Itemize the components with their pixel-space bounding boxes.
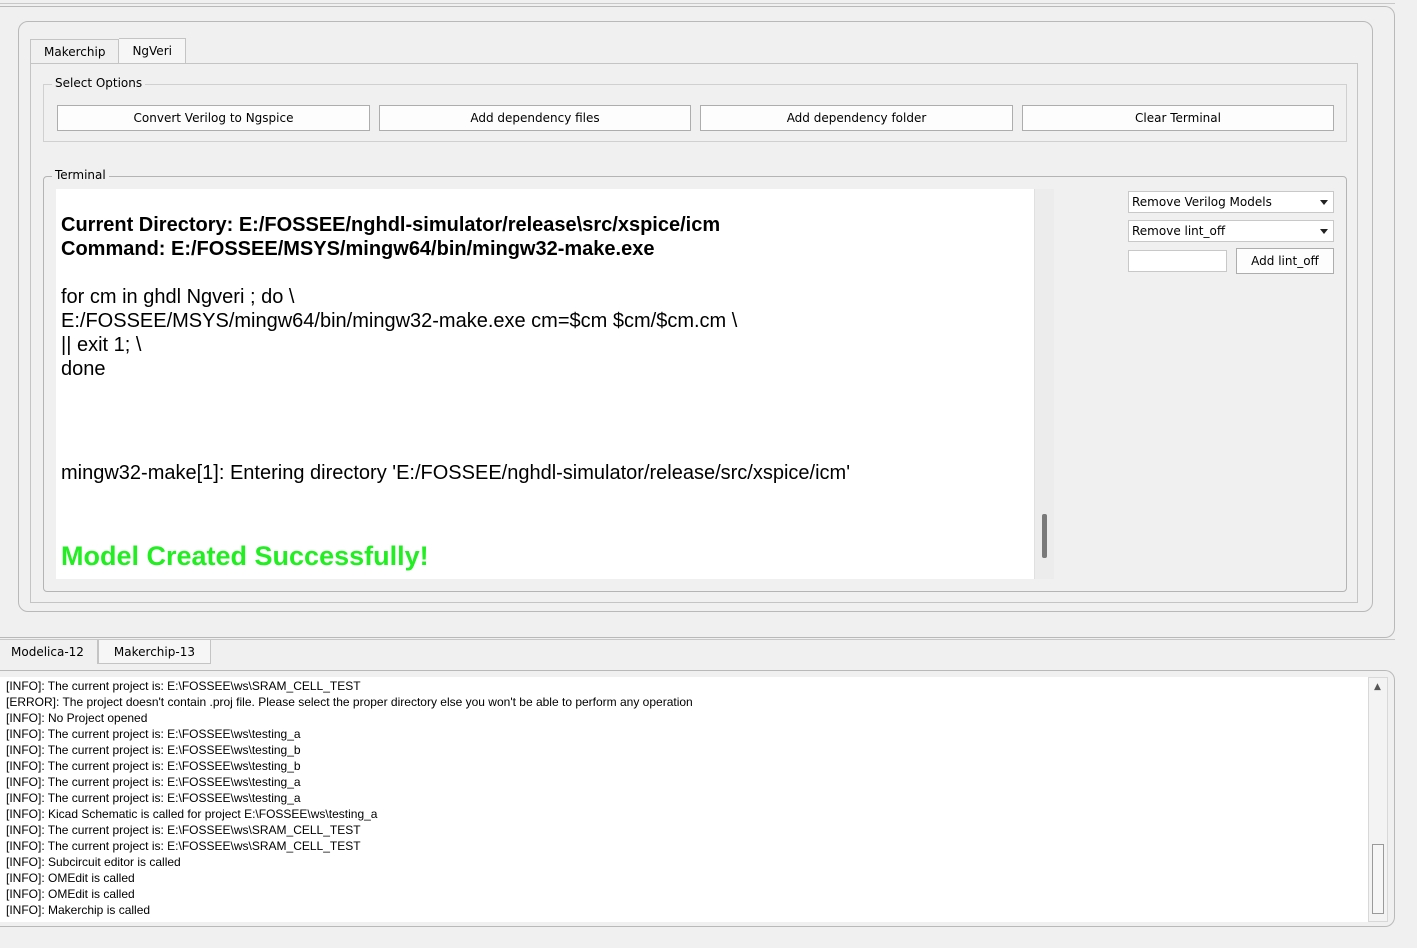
select-options-group: Select Options Convert Verilog to Ngspic… [43,76,1347,142]
terminal-line: || exit 1; \ [61,334,142,356]
tab-modelica-12[interactable]: Modelica-12 [0,640,98,664]
add-dependency-files-button[interactable]: Add dependency files [379,105,691,131]
log-line: [INFO]: Kicad Schematic is called for pr… [6,807,378,821]
log-line: [INFO]: The current project is: E:\FOSSE… [6,679,361,693]
terminal-line: mingw32-make[1]: Entering directory 'E:/… [61,462,851,484]
lint-off-input[interactable] [1128,250,1227,272]
console-frame: [INFO]: The current project is: E:\FOSSE… [0,670,1395,927]
success-message: Model Created Successfully! [61,541,429,571]
terminal-line: E:/FOSSEE/MSYS/mingw64/bin/mingw32-make.… [61,310,738,332]
remove-lint-off-value: Remove lint_off [1132,224,1226,238]
log-line: [INFO]: The current project is: E:\FOSSE… [6,743,301,757]
log-line: [INFO]: Makerchip is called [6,903,151,917]
chevron-down-icon [1320,229,1328,234]
add-dependency-folder-button[interactable]: Add dependency folder [700,105,1013,131]
tab-makerchip[interactable]: Makerchip [30,39,120,63]
select-options-title: Select Options [52,76,146,90]
top-strip [0,0,1395,4]
log-line: [INFO]: The current project is: E:\FOSSE… [6,727,301,741]
chevron-down-icon [1320,200,1328,205]
remove-verilog-models-select[interactable]: Remove Verilog Models [1128,191,1334,213]
console-tabs: Modelica-12 Makerchip-13 [0,640,211,664]
log-line: [INFO]: OMEdit is called [6,871,135,885]
terminal-group: Terminal Current Directory: E:/FOSSEE/ng… [43,168,1347,592]
add-lint-off-button[interactable]: Add lint_off [1236,248,1334,274]
remove-lint-off-select[interactable]: Remove lint_off [1128,220,1334,242]
terminal-line: Command: E:/FOSSEE/MSYS/mingw64/bin/ming… [61,238,655,260]
log-line: [INFO]: OMEdit is called [6,887,135,901]
scroll-up-icon[interactable]: ▲ [1374,682,1381,692]
log-line: [INFO]: The current project is: E:\FOSSE… [6,839,361,853]
log-line: [INFO]: Subcircuit editor is called [6,855,181,869]
terminal-line: done [61,358,106,380]
convert-verilog-button[interactable]: Convert Verilog to Ngspice [57,105,370,131]
console-scroll-thumb[interactable] [1372,844,1384,914]
tool-tabs: Makerchip NgVeri [30,38,186,63]
terminal-output[interactable]: Current Directory: E:/FOSSEE/nghdl-simul… [56,189,1034,579]
console-log[interactable]: [INFO]: The current project is: E:\FOSSE… [0,677,1368,922]
log-line: [INFO]: The current project is: E:\FOSSE… [6,791,301,805]
tab-makerchip-13[interactable]: Makerchip-13 [97,640,211,664]
log-line: [INFO]: The current project is: E:\FOSSE… [6,759,301,773]
terminal-scrollbar[interactable] [1034,189,1054,579]
terminal-scroll-thumb[interactable] [1042,514,1047,558]
terminal-line: for cm in ghdl Ngveri ; do \ [61,286,295,308]
log-line: [INFO]: The current project is: E:\FOSSE… [6,823,361,837]
log-line: [ERROR]: The project doesn't contain .pr… [6,695,693,709]
log-line: [INFO]: No Project opened [6,711,148,725]
console-scrollbar[interactable]: ▲ [1368,677,1388,922]
terminal-title: Terminal [52,168,109,182]
clear-terminal-button[interactable]: Clear Terminal [1022,105,1334,131]
remove-verilog-models-value: Remove Verilog Models [1132,195,1272,209]
tab-ngveri[interactable]: NgVeri [119,38,186,63]
ngveri-tab-pane: Select Options Convert Verilog to Ngspic… [30,63,1358,603]
log-line: [INFO]: The current project is: E:\FOSSE… [6,775,301,789]
terminal-line: Current Directory: E:/FOSSEE/nghdl-simul… [61,214,721,236]
